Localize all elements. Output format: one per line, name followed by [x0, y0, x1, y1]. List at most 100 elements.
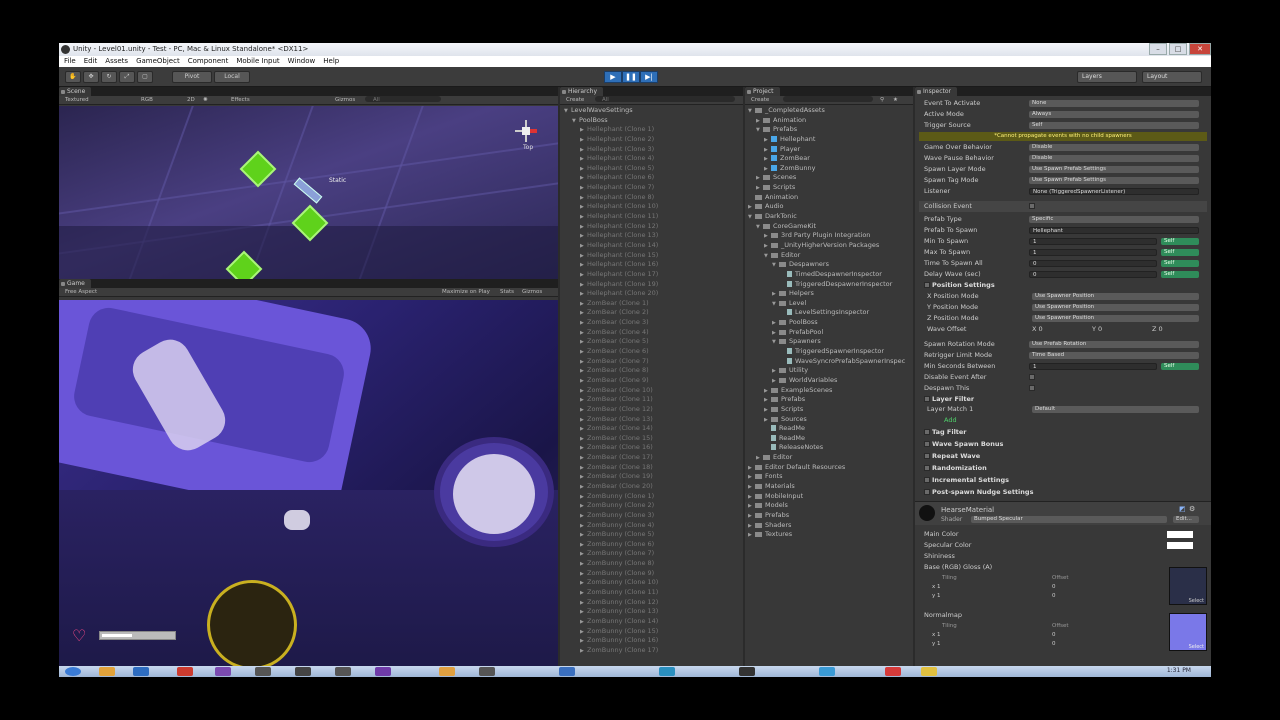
hierarchy-item[interactable]: ▶ ZomBear (Clone 16): [560, 443, 743, 453]
aspect-dropdown[interactable]: Free Aspect: [65, 288, 97, 297]
hierarchy-item[interactable]: ▶ Hellephant (Clone 17): [560, 270, 743, 280]
hierarchy-item[interactable]: ▶ ZomBear (Clone 10): [560, 386, 743, 396]
taskbar-app-icon[interactable]: [335, 667, 351, 676]
shader-dropdown[interactable]: Bumped Specular: [971, 516, 1167, 523]
project-item[interactable]: ▶ 3rd Party Plugin Integration: [745, 231, 913, 241]
hierarchy-item[interactable]: ▶ ZomBear (Clone 2): [560, 308, 743, 318]
hierarchy-item[interactable]: ▶ ZomBear (Clone 7): [560, 357, 743, 367]
y-position-dropdown[interactable]: Use Spawner Position: [1032, 304, 1199, 311]
taskbar-app-icon[interactable]: [215, 667, 231, 676]
project-item[interactable]: ▶ PoolBoss: [745, 318, 913, 328]
hierarchy-item[interactable]: ▼ LevelWaveSettings: [560, 106, 743, 116]
wave-spawn-bonus-checkbox[interactable]: [924, 441, 930, 447]
project-item[interactable]: ▶ _UnityHigherVersion Packages: [745, 241, 913, 251]
taskbar-app-icon[interactable]: [739, 667, 755, 676]
project-item[interactable]: WaveSyncroPrefabSpawnerInspec: [745, 357, 913, 367]
tree-arrow-icon[interactable]: ▼: [748, 213, 755, 223]
project-item[interactable]: ▼ CoreGameKit: [745, 222, 913, 232]
move-tool-icon[interactable]: ✥: [83, 71, 99, 83]
tab-inspector[interactable]: Inspector: [915, 87, 957, 96]
hierarchy-item[interactable]: ▶ Hellephant (Clone 1): [560, 125, 743, 135]
hierarchy-item[interactable]: ▶ ZomBear (Clone 13): [560, 415, 743, 425]
project-item[interactable]: ▶ ZomBunny: [745, 164, 913, 174]
menu-file[interactable]: File: [64, 56, 76, 67]
tab-hierarchy[interactable]: Hierarchy: [560, 87, 604, 96]
add-layer-button[interactable]: Add: [944, 416, 957, 425]
hierarchy-item[interactable]: ▶ ZomBunny (Clone 2): [560, 501, 743, 511]
hierarchy-item[interactable]: ▶ ZomBunny (Clone 6): [560, 540, 743, 550]
layer-match-dropdown[interactable]: Default: [1032, 406, 1199, 413]
repeat-wave-checkbox[interactable]: [924, 453, 930, 459]
gizmos-dropdown[interactable]: Gizmos: [335, 96, 355, 105]
project-item[interactable]: ▶ Fonts: [745, 472, 913, 482]
hierarchy-item[interactable]: ▶ ZomBear (Clone 4): [560, 328, 743, 338]
tree-arrow-icon[interactable]: ▶: [748, 531, 755, 541]
selected-object[interactable]: [293, 177, 323, 204]
project-item[interactable]: ▶ Scripts: [745, 405, 913, 415]
pause-button[interactable]: ❚❚: [622, 71, 640, 83]
hierarchy-item[interactable]: ▶ ZomBunny (Clone 17): [560, 646, 743, 656]
specular-color-swatch[interactable]: [1167, 542, 1193, 549]
project-item[interactable]: Animation: [745, 193, 913, 203]
hierarchy-item[interactable]: ▶ ZomBunny (Clone 15): [560, 627, 743, 637]
tab-project[interactable]: Project: [745, 87, 780, 96]
shader-edit-button[interactable]: Edit...: [1173, 516, 1199, 523]
disable-event-after-checkbox[interactable]: [1029, 374, 1035, 380]
active-mode-dropdown[interactable]: Always: [1029, 111, 1199, 118]
project-item[interactable]: ▶ WorldVariables: [745, 376, 913, 386]
collision-event-checkbox[interactable]: [1029, 203, 1035, 209]
despawn-this-checkbox[interactable]: [1029, 385, 1035, 391]
taskbar-app-icon[interactable]: [885, 667, 901, 676]
base-texture-slot[interactable]: Select: [1169, 567, 1207, 605]
project-search-input[interactable]: [783, 96, 873, 102]
taskbar-app-icon[interactable]: [99, 667, 115, 676]
layers-dropdown[interactable]: Layers: [1077, 71, 1137, 83]
taskbar-app-icon[interactable]: [819, 667, 835, 676]
tiling-y-field[interactable]: y 1: [932, 592, 941, 601]
project-item[interactable]: ▶ Sources: [745, 415, 913, 425]
project-item[interactable]: ▶ Scenes: [745, 173, 913, 183]
rotate-tool-icon[interactable]: ↻: [101, 71, 117, 83]
tree-arrow-icon[interactable]: ▼: [764, 252, 771, 262]
hierarchy-item[interactable]: ▶ Hellephant (Clone 8): [560, 193, 743, 203]
filter-icon[interactable]: ⚲: [880, 96, 884, 105]
trigger-source-dropdown[interactable]: Self: [1029, 122, 1199, 129]
normal-tiling-x-field[interactable]: x 1: [932, 631, 941, 640]
position-settings-checkbox[interactable]: [924, 282, 930, 288]
prefab-type-dropdown[interactable]: Specific: [1029, 216, 1199, 223]
hierarchy-item[interactable]: ▶ ZomBunny (Clone 11): [560, 588, 743, 598]
tiling-x-field[interactable]: x 1: [932, 583, 941, 592]
taskbar-app-icon[interactable]: [255, 667, 271, 676]
project-item[interactable]: ▶ Prefabs: [745, 395, 913, 405]
hierarchy-item[interactable]: ▶ ZomBear (Clone 14): [560, 424, 743, 434]
project-item[interactable]: ▶ Hellephant: [745, 135, 913, 145]
max-to-spawn-field[interactable]: 1: [1029, 249, 1157, 256]
project-item[interactable]: ▼ DarkTonic: [745, 212, 913, 222]
project-item[interactable]: ▼ Despawners: [745, 260, 913, 270]
taskbar-app-icon[interactable]: [439, 667, 455, 676]
hierarchy-item[interactable]: ▶ ZomBear (Clone 3): [560, 318, 743, 328]
hierarchy-item[interactable]: ▶ ZomBunny (Clone 13): [560, 607, 743, 617]
min-seconds-self-dropdown[interactable]: Self: [1161, 363, 1199, 370]
effects-dropdown[interactable]: Effects: [231, 96, 250, 105]
project-item[interactable]: ▶ Helpers: [745, 289, 913, 299]
hierarchy-item[interactable]: ▶ Hellephant (Clone 15): [560, 251, 743, 261]
project-item[interactable]: TriggeredSpawnerInspector: [745, 347, 913, 357]
offset-x-field[interactable]: 0: [1052, 583, 1056, 592]
hierarchy-item[interactable]: ▶ Hellephant (Clone 6): [560, 173, 743, 183]
project-item[interactable]: ▶ Prefabs: [745, 511, 913, 521]
game-viewport[interactable]: ♡: [59, 300, 558, 677]
menu-window[interactable]: Window: [288, 56, 316, 67]
hierarchy-item[interactable]: ▶ ZomBear (Clone 8): [560, 366, 743, 376]
taskbar-app-icon[interactable]: [559, 667, 575, 676]
hierarchy-item[interactable]: ▶ ZomBear (Clone 5): [560, 337, 743, 347]
project-item[interactable]: ▶ ZomBear: [745, 154, 913, 164]
min-to-spawn-field[interactable]: 1: [1029, 238, 1157, 245]
scene-viewport[interactable]: Static Top: [59, 106, 558, 279]
project-item[interactable]: ▶ Scripts: [745, 183, 913, 193]
main-color-swatch[interactable]: [1167, 531, 1193, 538]
hierarchy-item[interactable]: ▶ ZomBunny (Clone 16): [560, 636, 743, 646]
orientation-gizmo-icon[interactable]: [515, 120, 537, 142]
hierarchy-item[interactable]: ▶ ZomBear (Clone 20): [560, 482, 743, 492]
hierarchy-item[interactable]: ▶ Hellephant (Clone 10): [560, 202, 743, 212]
